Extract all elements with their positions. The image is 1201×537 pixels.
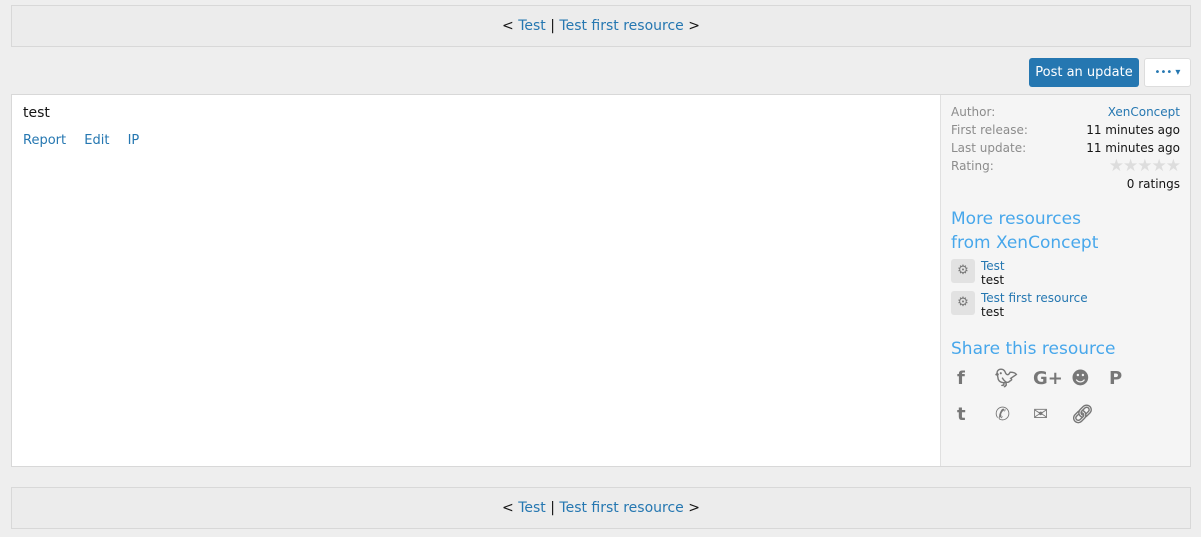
next-resource-link[interactable]: Test first resource	[559, 500, 683, 516]
prev-arrow: <	[502, 500, 514, 516]
twitter-icon[interactable]: 🐦︎	[995, 361, 1033, 397]
whatsapp-icon[interactable]: ✆	[995, 397, 1033, 433]
resource-item: ⚙ Test first resource test	[951, 291, 1180, 319]
prev-resource-link[interactable]: Test	[518, 18, 546, 34]
reddit-icon[interactable]: ☻	[1071, 361, 1109, 397]
author-label: Author:	[951, 105, 996, 119]
star-rating: ★★★★★	[1108, 156, 1181, 176]
last-update-label: Last update:	[951, 141, 1027, 155]
resource-item: ⚙ Test test	[951, 259, 1180, 287]
gear-icon: ⚙	[951, 291, 975, 315]
author-link[interactable]: XenConcept	[1108, 103, 1180, 121]
pinterest-icon[interactable]: P	[1109, 361, 1147, 397]
next-arrow: >	[688, 500, 700, 516]
resource-desc: test	[981, 273, 1005, 287]
share-title: Share this resource	[951, 339, 1116, 359]
email-icon[interactable]: ✉	[1033, 397, 1071, 433]
prev-arrow: <	[502, 18, 514, 34]
separator: |	[550, 500, 555, 516]
more-resources-title: More resources from XenConcept	[951, 209, 1099, 253]
resource-content: test Report Edit IP Author: XenConcept Fi…	[11, 94, 1191, 467]
resource-link[interactable]: Test first resource	[981, 291, 1088, 305]
resource-nav-top: < Test | Test first resource >	[11, 5, 1191, 47]
link-icon[interactable]: 🔗︎	[1071, 397, 1109, 433]
sidebar: Author: XenConcept First release: 11 minut…	[940, 95, 1190, 466]
gear-icon: ⚙	[951, 259, 975, 283]
last-update-value: 11 minutes ago	[1086, 141, 1180, 155]
first-release-label: First release:	[951, 123, 1028, 137]
resource-desc: test	[981, 305, 1005, 319]
more-options-button[interactable]: ••• ▾	[1144, 58, 1191, 87]
resource-link[interactable]: Test	[981, 259, 1005, 273]
rating-label: Rating:	[951, 159, 994, 173]
next-resource-link[interactable]: Test first resource	[559, 18, 683, 34]
prev-resource-link[interactable]: Test	[518, 500, 546, 516]
resource-nav-bottom: < Test | Test first resource >	[11, 487, 1191, 529]
tumblr-icon[interactable]: t	[957, 397, 995, 433]
post-update-button[interactable]: Post an update	[1029, 58, 1139, 87]
report-link[interactable]: Report	[23, 133, 66, 148]
edit-link[interactable]: Edit	[84, 133, 109, 148]
separator: |	[550, 18, 555, 34]
google-plus-icon[interactable]: G+	[1033, 361, 1071, 397]
ip-link[interactable]: IP	[128, 133, 140, 148]
post-text: test	[23, 105, 50, 121]
ratings-count: 0 ratings	[1126, 177, 1180, 191]
next-arrow: >	[688, 18, 700, 34]
facebook-icon[interactable]: f	[957, 361, 995, 397]
first-release-value: 11 minutes ago	[1086, 123, 1180, 137]
